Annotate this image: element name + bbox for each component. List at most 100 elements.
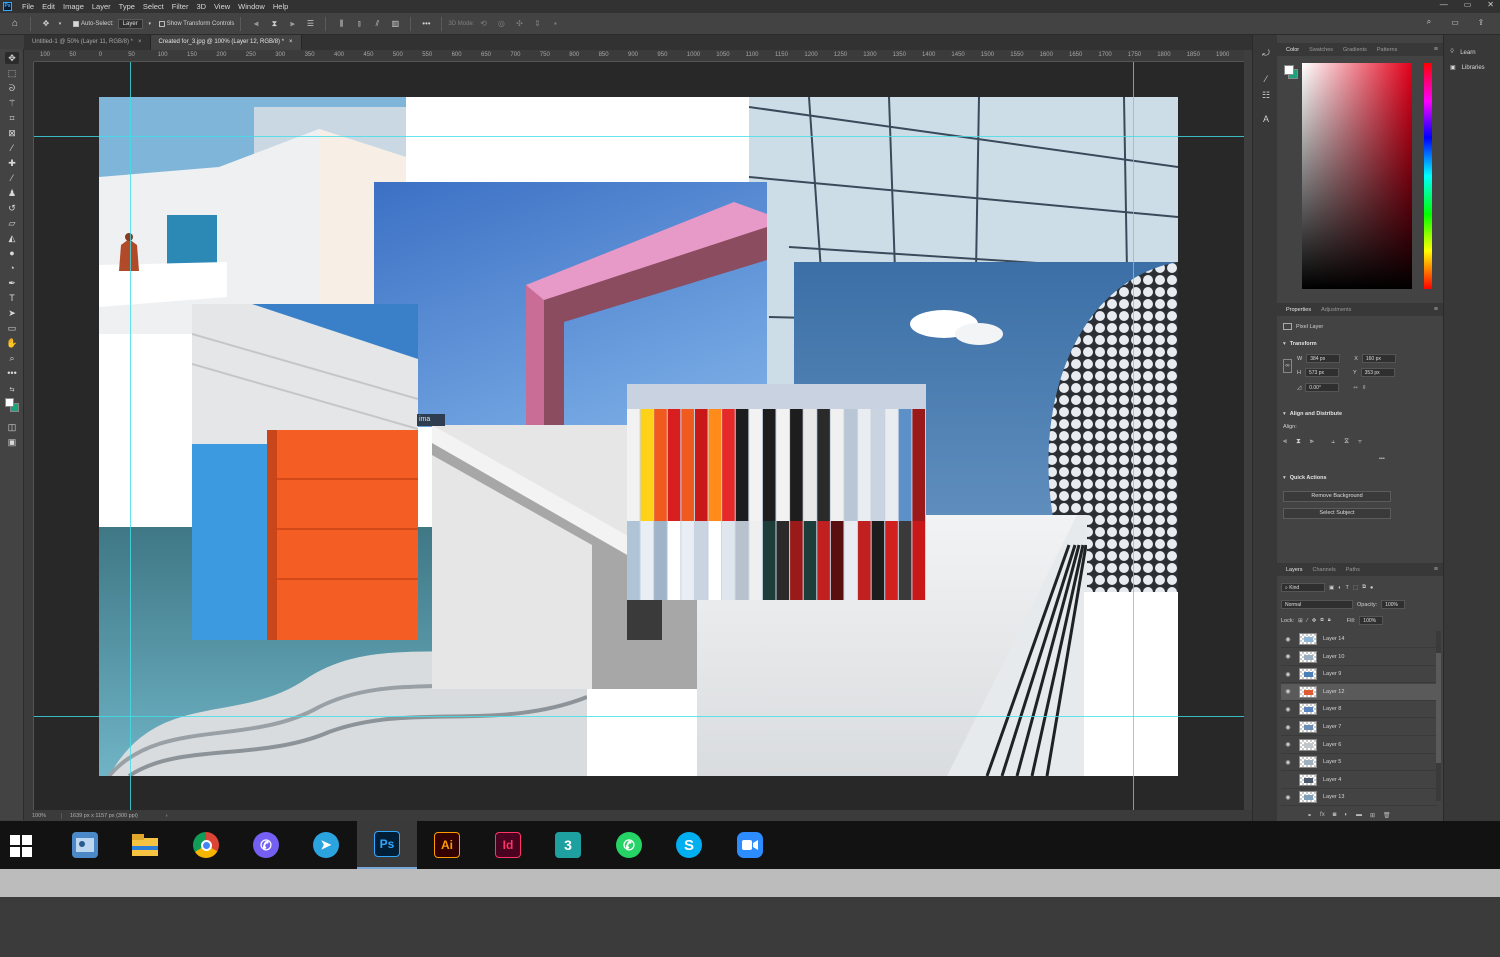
- distribute-left-icon[interactable]: ⫼: [336, 19, 346, 29]
- layer-list-scrollbar[interactable]: [1436, 631, 1441, 801]
- link-dimensions-icon[interactable]: ∞: [1283, 359, 1292, 373]
- tab-swatches[interactable]: Swatches: [1304, 47, 1338, 53]
- tab-paths[interactable]: Paths: [1341, 567, 1365, 573]
- visibility-eye-icon[interactable]: ◉: [1281, 724, 1295, 731]
- home-icon[interactable]: ⌂: [10, 18, 20, 29]
- photoshop-logo-icon[interactable]: Ps: [3, 2, 12, 11]
- visibility-eye-icon[interactable]: ◉: [1281, 636, 1295, 643]
- ruler-corner[interactable]: [24, 50, 34, 62]
- lasso-tool-icon[interactable]: ᘐ: [5, 82, 19, 94]
- eyedropper-tool-icon[interactable]: ⁄: [5, 142, 19, 154]
- guide-horizontal[interactable]: [34, 716, 1244, 717]
- screen-mode-icon[interactable]: ▣: [5, 436, 19, 448]
- layer-row[interactable]: ◉ Layer 9: [1281, 666, 1437, 684]
- align-left-icon[interactable]: ⫷: [1283, 438, 1287, 446]
- align-right-icon[interactable]: ⫸: [287, 19, 297, 29]
- frame-tool-icon[interactable]: ⊠: [5, 127, 19, 139]
- eraser-tool-icon[interactable]: ▱: [5, 217, 19, 229]
- paint-bucket-tool-icon[interactable]: ◭: [5, 232, 19, 244]
- fill-field[interactable]: 100%: [1359, 616, 1384, 625]
- filter-kind-dropdown[interactable]: ⌕ Kind: [1281, 583, 1325, 592]
- align-header[interactable]: ▾ Align and Distribute: [1283, 411, 1342, 417]
- foreground-color-swatch[interactable]: [1284, 65, 1294, 75]
- taskbar-app-zoom[interactable]: [720, 821, 780, 869]
- 3d-roll-icon[interactable]: ◎: [496, 19, 506, 29]
- horizontal-ruler[interactable]: 100 50 0 50 100 150 200 250 300 350 400 450 500 550 60…: [34, 50, 1244, 62]
- menu-layer[interactable]: Layer: [88, 2, 115, 11]
- visibility-eye-icon[interactable]: ◉: [1281, 794, 1295, 801]
- visibility-eye-icon[interactable]: ◉: [1281, 653, 1295, 660]
- tab-created-for-3[interactable]: Created for_3.jpg @ 100% (Layer 12, RGB/…: [150, 35, 302, 50]
- move-tool-icon[interactable]: ✥: [5, 52, 19, 64]
- guide-vertical[interactable]: [1133, 62, 1134, 810]
- layer-row[interactable]: Layer 4: [1281, 772, 1437, 789]
- menu-filter[interactable]: Filter: [168, 2, 193, 11]
- foreground-color-swatch[interactable]: [5, 398, 14, 407]
- vertical-ruler[interactable]: [24, 62, 34, 810]
- align-bottom-icon[interactable]: ⫟: [1358, 438, 1362, 446]
- search-icon[interactable]: ⌕: [1424, 17, 1434, 27]
- more-options-icon[interactable]: •••: [421, 19, 431, 29]
- tab-color[interactable]: Color: [1281, 47, 1304, 53]
- filter-shape-icon[interactable]: ⬚: [1353, 585, 1358, 591]
- share-icon[interactable]: ⇪: [1476, 17, 1486, 27]
- taskbar-app-indesign[interactable]: Id: [478, 821, 538, 869]
- edit-toolbar-icon[interactable]: •••: [5, 367, 19, 379]
- angle-field[interactable]: 0.00°: [1305, 383, 1340, 392]
- canvas-area[interactable]: ima: [34, 62, 1244, 810]
- quick-actions-header[interactable]: ▾ Quick Actions: [1283, 475, 1327, 481]
- layer-row[interactable]: ◉ Layer 7: [1281, 719, 1437, 736]
- magic-wand-tool-icon[interactable]: ⚚: [5, 97, 19, 109]
- learn-button[interactable]: 💡︎ Learn: [1444, 35, 1500, 56]
- panel-menu-icon[interactable]: ≡: [1434, 566, 1438, 573]
- tab-patterns[interactable]: Patterns: [1372, 47, 1402, 53]
- taskbar-app-skype[interactable]: S: [659, 821, 719, 869]
- auto-select-dropdown[interactable]: Layer: [117, 18, 143, 29]
- blur-tool-icon[interactable]: ●: [5, 247, 19, 259]
- minimize-button[interactable]: —: [1440, 0, 1448, 9]
- align-top-icon[interactable]: ⫠: [1331, 438, 1335, 446]
- taskbar-app-illustrator[interactable]: Ai: [417, 821, 477, 869]
- tab-adjustments[interactable]: Adjustments: [1316, 307, 1356, 313]
- blend-mode-dropdown[interactable]: Normal: [1281, 600, 1353, 609]
- filter-toggle-icon[interactable]: ●: [1370, 585, 1373, 591]
- quick-mask-icon[interactable]: ◫: [5, 421, 19, 433]
- auto-select-checkbox[interactable]: [73, 20, 79, 27]
- align-hcenter-icon[interactable]: ⧗: [1296, 438, 1301, 446]
- tab-gradients[interactable]: Gradients: [1338, 47, 1372, 53]
- 3d-slide-icon[interactable]: ⇕: [532, 19, 542, 29]
- brush-tool-icon[interactable]: ⁄: [5, 172, 19, 184]
- filter-type-icon[interactable]: T: [1346, 585, 1349, 591]
- menu-3d[interactable]: 3D: [192, 2, 210, 11]
- height-field[interactable]: 573 px: [1304, 368, 1339, 377]
- distribute-center-icon[interactable]: ⫾: [354, 19, 364, 29]
- align-right-icon[interactable]: ⫸: [1310, 438, 1314, 446]
- close-button[interactable]: ✕: [1487, 0, 1494, 9]
- link-layers-icon[interactable]: ⚭: [1307, 812, 1312, 819]
- taskbar-app-telegram[interactable]: ➤: [296, 821, 356, 869]
- color-picker-field[interactable]: [1302, 63, 1412, 289]
- pen-tool-icon[interactable]: ✒: [5, 277, 19, 289]
- lock-artboard-icon[interactable]: ⧈: [1320, 617, 1324, 624]
- layer-row[interactable]: ◉ Layer 13: [1281, 789, 1437, 807]
- zoom-level[interactable]: 100%: [24, 812, 62, 819]
- width-field[interactable]: 384 px: [1306, 354, 1341, 363]
- close-icon[interactable]: ×: [138, 39, 142, 45]
- tab-channels[interactable]: Channels: [1308, 567, 1341, 573]
- lock-transparency-icon[interactable]: ⊞: [1298, 618, 1303, 624]
- tab-layers[interactable]: Layers: [1281, 567, 1308, 573]
- menu-select[interactable]: Select: [139, 2, 168, 11]
- type-tool-icon[interactable]: T: [5, 292, 19, 304]
- distribute-right-icon[interactable]: ⫽: [372, 19, 382, 29]
- visibility-eye-icon[interactable]: ◉: [1281, 688, 1295, 695]
- path-selection-tool-icon[interactable]: ➤: [5, 307, 19, 319]
- zoom-tool-icon[interactable]: ⌕: [5, 352, 19, 364]
- chevron-down-icon[interactable]: ▾: [145, 19, 155, 29]
- character-panel-icon[interactable]: A: [1260, 113, 1272, 125]
- fx-icon[interactable]: fx: [1320, 812, 1325, 819]
- show-transform-checkbox[interactable]: [158, 20, 165, 27]
- 3d-scale-icon[interactable]: ▪: [550, 19, 560, 29]
- menu-window[interactable]: Window: [234, 2, 269, 11]
- scrollbar-thumb[interactable]: [1436, 653, 1441, 763]
- chevron-down-icon[interactable]: ▾: [55, 19, 65, 29]
